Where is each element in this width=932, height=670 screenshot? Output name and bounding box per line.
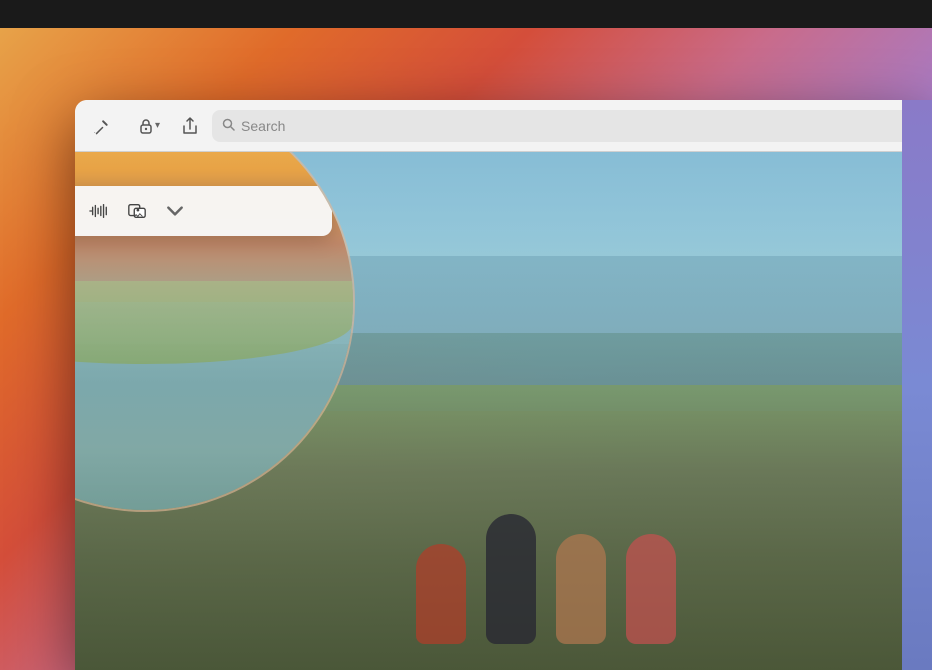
magnifier-toolbar: Aa	[75, 186, 332, 236]
more-button[interactable]	[165, 201, 185, 221]
lock-chevron: ▾	[155, 120, 160, 131]
lock-button[interactable]: ▾	[131, 114, 168, 138]
person-3	[556, 534, 606, 644]
share-button[interactable]	[176, 112, 204, 140]
search-icon	[222, 118, 235, 134]
media-button[interactable]	[127, 201, 147, 221]
menu-bar	[0, 0, 932, 28]
toolbar-left	[87, 112, 115, 140]
safari-toolbar: ▾ Search	[75, 100, 932, 152]
search-bar[interactable]: Search	[212, 110, 920, 142]
person-1	[416, 544, 466, 644]
person-4	[626, 534, 676, 644]
magnifier-content: Aa	[75, 152, 353, 510]
magnifier-circle: Aa	[75, 152, 355, 512]
person-2	[486, 514, 536, 644]
address-bar-area: ▾ Search	[131, 110, 920, 142]
safari-window: ▾ Search	[75, 100, 932, 670]
edit-icon-button[interactable]	[87, 112, 115, 140]
waveform-button[interactable]	[89, 201, 109, 221]
safari-content: Aa	[75, 152, 932, 670]
right-sidebar	[902, 100, 932, 670]
search-input-placeholder: Search	[241, 118, 285, 134]
